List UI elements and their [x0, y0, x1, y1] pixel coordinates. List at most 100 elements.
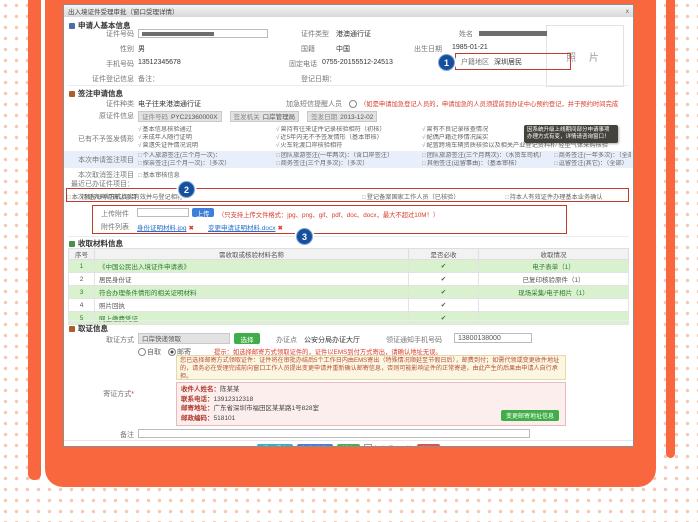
close-icon[interactable]: x: [626, 8, 629, 15]
urgent-note: （如是申请加急登记人员的，申请加急的人员须提前到办证中心预约登记，并于预约时间完…: [360, 99, 618, 108]
browse-button[interactable]: 上传: [192, 208, 214, 217]
materials-table-header: 序号需收取或核验材料名称是否必收收取情况: [69, 249, 629, 260]
mail-info-value: 广东省深圳市福田区某某路1号828室: [214, 405, 319, 412]
mail-info-value: 13912312318: [214, 396, 254, 403]
name-redacted: [479, 31, 547, 36]
materials-column-header: 需收取或核验材料名称: [95, 249, 409, 260]
condition-checkbox[interactable]: √曾遗失证件情况说明: [138, 142, 276, 150]
mail-info-label: 邮政编码：: [181, 415, 214, 422]
checkbox-glyph: □: [422, 160, 426, 167]
required-check: ✔: [409, 312, 479, 325]
choose-button[interactable]: 选择: [234, 333, 260, 344]
change-address-button[interactable]: 变更邮寄地址信息: [501, 410, 559, 421]
window-title: 出入境证件受理审批（窗口受理详情）: [68, 6, 179, 16]
apply-item-checkbox[interactable]: □商务签注(一年多次)：（全部）: [554, 152, 631, 160]
materials-column-header: 序号: [69, 249, 95, 260]
confirm-checkbox[interactable]: □登记备案国家工作人员（已核验）: [362, 192, 460, 201]
receipt-status: 已复印核验原件（1）: [479, 273, 629, 286]
condition-checkbox[interactable]: √火车轮渡口岸核验相符: [276, 142, 422, 150]
close-button[interactable]: 关闭: [417, 444, 440, 447]
cancel-item-checkbox[interactable]: □基本审核信息: [138, 170, 180, 179]
condition-checkbox[interactable]: √配置跨境车辆资质核验以及相关产业登记资料相符: [422, 142, 554, 150]
apply-item-checkbox[interactable]: □团队旅游签注(一年两次)：（含口岸签注）: [276, 152, 422, 160]
apply-item-checkbox[interactable]: □逗留签注(其它)：（全部）: [554, 160, 631, 168]
apply-item-checkbox[interactable]: □商务签注(三个月多次)：（多次）: [276, 160, 422, 168]
apply-item-checkbox[interactable]: □个人旅游签注(三个月一次)：: [138, 152, 276, 160]
print-receipt-option[interactable]: 打印受理回执: [364, 443, 413, 446]
confirm-checkbox[interactable]: □本次预留联系方式真实有效并与登记相符: [67, 192, 183, 201]
divider: [68, 85, 629, 86]
step-badge-2: 2: [178, 181, 195, 198]
confirm-highlight-box: 持证人声明确认项目 □登记备案国家工作人员（已核验）□持本人有效证件办理基本业务…: [66, 188, 629, 202]
old-document-field: 证件号码PYC21360000X: [138, 111, 222, 122]
accept-submit-button[interactable]: 受理提交: [257, 444, 293, 447]
mail-info-label: 联系电话：: [181, 396, 214, 403]
receipt-status: [479, 312, 629, 325]
mail-notice-box: 您已选择邮寄方式领取证件：证件将在审批办结后5个工作日内由EMS寄出（特殊情况顺…: [176, 355, 566, 380]
old-document-field: 签发日期2013-12-02: [307, 111, 377, 122]
apply-item-checkbox[interactable]: □其他签注(逗留事由)：（基本审核）: [422, 160, 554, 168]
remark-input[interactable]: [138, 429, 530, 438]
apply-item-checkbox[interactable]: □团队旅游签注(三个月两次)：（水货车司机）: [422, 152, 554, 160]
pickup-method-value: 口岸快递领取: [142, 336, 181, 343]
telephone-label: 固定电话: [289, 59, 321, 69]
mail-radio[interactable]: [168, 348, 176, 356]
person-icon: [69, 23, 75, 29]
checkbox-glyph: √: [422, 134, 425, 141]
notify-phone-input[interactable]: 13800138000: [454, 333, 532, 343]
self-pickup-radio[interactable]: [138, 348, 146, 356]
apply-items-grid: □个人旅游签注(三个月一次)：□团队旅游签注(一年两次)：（含口岸签注）□团队旅…: [138, 152, 631, 168]
checkbox-glyph: □: [138, 160, 142, 167]
table-row: 3符合办理条件情形的相关证明材料✔现场采集/电子相片（1）: [69, 286, 629, 299]
id-number-redacted: [142, 32, 214, 36]
attachment-link[interactable]: 身份证明材料.jpg: [137, 225, 186, 232]
condition-checkbox[interactable]: √轻型气体采购核验: [554, 142, 631, 150]
condition-checkbox[interactable]: √近5年内无不予签发情形（基本审核）: [276, 134, 422, 142]
approval-window: 出入境证件受理审批（窗口受理详情） x 申请人基本信息 照 片 证件号码 证件类…: [63, 4, 634, 447]
checkbox-glyph: □: [276, 160, 280, 167]
attachment-list: 身份证明材料.jpg✖变更申请证明材料.docx✖: [137, 222, 297, 232]
pickup-method-row: 取证方式 口岸快递领取 选择 办证点 公安分局办证大厅 领证通知手机号码 138…: [64, 333, 633, 345]
notify-phone-label: 领证通知手机号码: [386, 335, 450, 345]
pickup-method-select[interactable]: 口岸快递领取: [138, 333, 230, 344]
remove-attachment-icon[interactable]: ✖: [188, 225, 193, 232]
list-icon: [69, 241, 75, 247]
row-number: 3: [69, 286, 95, 299]
checkbox-glyph: √: [138, 134, 141, 141]
nationality-value: 中国: [336, 44, 350, 54]
confirm-checkbox[interactable]: □持本人有效证件办理基本业务确认: [505, 192, 603, 201]
divider: [68, 236, 629, 237]
nationality-label: 国籍: [301, 44, 333, 54]
material-name: 居民身份证: [95, 273, 409, 286]
print-form-button[interactable]: 打印表格: [297, 444, 333, 447]
condition-checkbox[interactable]: √曾持有往来证件记录核验相符（初核）: [276, 126, 422, 134]
required-check: ✔: [409, 273, 479, 286]
file-path-input[interactable]: [137, 208, 189, 217]
save-draft-button[interactable]: 暂存: [337, 444, 360, 447]
condition-checkbox[interactable]: √未成年人随行证明: [138, 134, 276, 142]
material-name: 《中国公民出入境证件申请表》: [95, 260, 409, 273]
mobile-value: 13512345678: [138, 59, 181, 66]
apply-item-checkbox[interactable]: □探亲签注(三个月一次)：（多次）: [138, 160, 276, 168]
receipt-status: [479, 299, 629, 312]
mail-block-label-text: 寄证方式: [103, 391, 131, 398]
remark-label: 备注: [64, 430, 134, 440]
attachment-link[interactable]: 变更申请证明材料.docx: [208, 225, 276, 232]
urgent-radio[interactable]: [349, 100, 357, 108]
notice-tooltip: 因系统升级上线期间部分申请事项 办理方式有变，详情请咨询窗口！: [524, 125, 618, 143]
mail-block-label: 寄证方式*: [84, 389, 134, 399]
checkbox-glyph: √: [276, 134, 279, 141]
table-row: 1《中国公民出入境证件申请表》✔电子表单（1）: [69, 260, 629, 273]
mail-notice-text: 您已选择邮寄方式领取证件：证件将在审批办结后5个工作日内由EMS寄出（特殊情况顺…: [180, 357, 559, 380]
footer-toolbar: 受理提交 打印表格 暂存 打印受理回执 关闭: [64, 440, 633, 446]
divider: [68, 320, 629, 321]
gender-value: 男: [138, 44, 145, 54]
pickup-method-label: 取证方式: [64, 335, 134, 345]
hukou-value: 深圳居民: [494, 57, 522, 67]
cancel-item-label: 基本审核信息: [143, 172, 180, 179]
condition-checkbox[interactable]: √基本信息核验通过: [138, 126, 276, 134]
remove-attachment-icon[interactable]: ✖: [277, 225, 282, 232]
visa-section-title: 签注申请信息: [69, 88, 123, 99]
print-receipt-checkbox[interactable]: [364, 444, 372, 446]
id-number-input[interactable]: [138, 29, 268, 38]
